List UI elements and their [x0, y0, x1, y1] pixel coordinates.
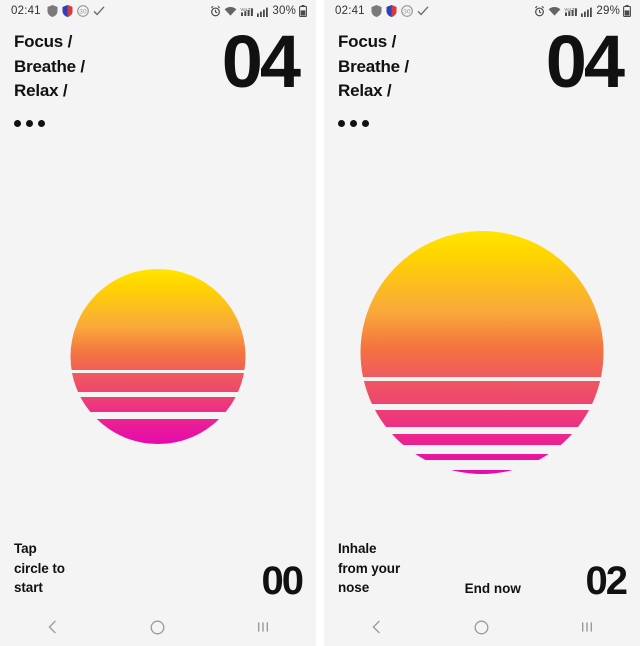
status-right-icons: VoLTE 30% — [210, 5, 307, 18]
instruction-line-3: start — [14, 580, 43, 596]
sunset-circle-button[interactable] — [360, 231, 604, 474]
sun-slice-gap — [70, 391, 246, 398]
header: Focus / Breathe / Relax / 04 — [0, 22, 316, 127]
header-line-breathe: Breathe / — [14, 56, 85, 76]
header-line-relax: Relax / — [14, 81, 68, 101]
instruction-line-2: circle to — [14, 560, 65, 576]
status-clock: 02:41 — [11, 5, 41, 17]
phone-screen-left: 02:41 30 VoLTE 30% Focus / Breathe / Rel… — [0, 0, 316, 646]
sunset-circle-button[interactable] — [70, 269, 246, 444]
status-bar: 02:41 30 VoLTE 30% — [0, 0, 316, 22]
ellipsis-icon[interactable] — [14, 119, 85, 127]
breath-counter: 02 — [585, 559, 627, 603]
header-left: Focus / Breathe / Relax / — [14, 30, 85, 127]
header-title: Focus / Breathe / Relax / — [338, 30, 409, 104]
checkmark-icon — [93, 5, 105, 17]
home-circle-icon[interactable] — [128, 608, 188, 646]
instruction-text: Tap circle to start — [14, 539, 65, 598]
dual-screenshot-comparison: 02:41 30 VoLTE 30% Focus / Breathe / Rel… — [0, 0, 640, 646]
shield-icon — [47, 5, 58, 17]
recents-bars-icon[interactable] — [233, 608, 293, 646]
back-chevron-icon[interactable] — [23, 608, 83, 646]
instruction-text: Inhale from your nose — [338, 539, 400, 598]
header-title: Focus / Breathe / Relax / — [14, 30, 85, 104]
android-nav-bar — [324, 608, 640, 646]
shield-icon — [371, 5, 382, 17]
back-chevron-icon[interactable] — [347, 608, 407, 646]
svg-text:30: 30 — [403, 9, 411, 16]
recents-bars-icon[interactable] — [557, 608, 617, 646]
battery-percent-label: 29% — [596, 5, 620, 17]
do-not-disturb-icon: 30 — [400, 5, 413, 17]
end-now-button[interactable]: End now — [465, 581, 521, 598]
status-left-icons: 30 — [371, 5, 429, 17]
battery-percent-label: 30% — [272, 5, 296, 17]
sun-slice-gap — [70, 412, 246, 420]
instruction-line-1: Inhale — [338, 541, 377, 557]
checkmark-icon — [417, 5, 429, 17]
alarm-icon — [210, 5, 221, 17]
session-counter: 04 — [221, 20, 301, 103]
breathing-stage — [324, 127, 640, 539]
footer: Inhale from your nose End now 02 — [324, 539, 640, 608]
wifi-icon — [548, 6, 561, 17]
lte-icon: VoLTE — [564, 6, 578, 17]
header-left: Focus / Breathe / Relax / — [338, 30, 409, 127]
ellipsis-icon[interactable] — [338, 119, 409, 127]
sun-slice-gap — [360, 376, 604, 381]
battery-icon — [623, 5, 631, 18]
signal-bars-icon — [581, 6, 593, 17]
status-bar: 02:41 30 VoLTE 29% — [324, 0, 640, 22]
alarm-icon — [534, 5, 545, 17]
wifi-icon — [224, 6, 237, 17]
phone-screen-right: 02:41 30 VoLTE 29% Focus / Breathe / Rel… — [324, 0, 640, 646]
lte-icon: VoLTE — [240, 6, 254, 17]
header: Focus / Breathe / Relax / 04 — [324, 22, 640, 127]
footer: Tap circle to start 00 — [0, 539, 316, 608]
home-circle-icon[interactable] — [452, 608, 512, 646]
session-counter: 04 — [545, 20, 625, 103]
do-not-disturb-icon: 30 — [76, 5, 89, 17]
instruction-line-2: from your — [338, 560, 401, 576]
instruction-line-3: nose — [338, 580, 370, 596]
sun-disc — [360, 231, 604, 474]
signal-bars-icon — [257, 6, 269, 17]
vpn-shield-icon — [62, 5, 73, 17]
header-line-focus: Focus / — [338, 32, 397, 51]
svg-text:30: 30 — [79, 9, 87, 16]
panel-divider — [316, 0, 324, 646]
sun-slice-gap — [360, 459, 604, 470]
header-line-focus: Focus / — [14, 32, 73, 51]
instruction-line-1: Tap — [14, 541, 37, 557]
battery-icon — [299, 5, 307, 18]
header-line-relax: Relax / — [338, 81, 392, 101]
sun-slice-gap — [360, 444, 604, 455]
breath-counter: 00 — [261, 559, 304, 603]
breathing-stage — [0, 127, 316, 539]
sun-slice-gap — [70, 369, 246, 374]
header-line-breathe: Breathe / — [338, 56, 409, 76]
status-clock: 02:41 — [335, 5, 365, 17]
status-left-icons: 30 — [47, 5, 105, 17]
sun-slice-gap — [360, 404, 604, 411]
status-right-icons: VoLTE 29% — [534, 5, 631, 18]
android-nav-bar — [0, 608, 316, 646]
sun-slice-gap — [360, 426, 604, 435]
vpn-shield-icon — [386, 5, 397, 17]
